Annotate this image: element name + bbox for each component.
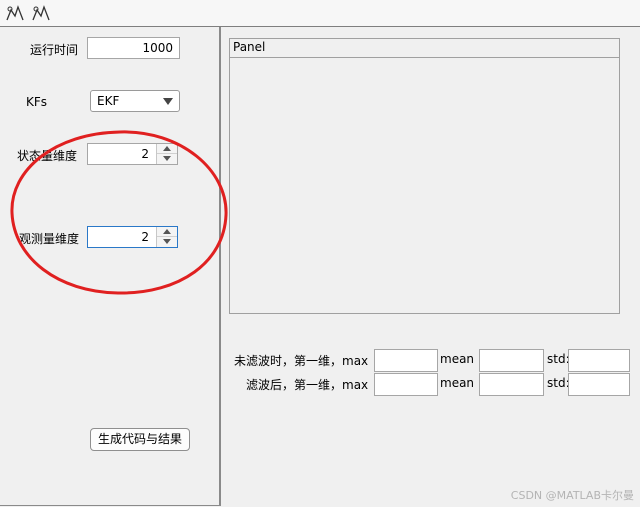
results-area: Panel 未滤波时，第一维，max mean std: 滤波后，第一维，max… <box>221 27 640 505</box>
generate-button[interactable]: 生成代码与结果 <box>90 428 190 451</box>
watermark: CSDN @MATLAB卡尔曼 <box>510 489 634 502</box>
spin-up-button[interactable] <box>157 227 177 237</box>
panel-divider <box>230 57 619 58</box>
spinner-buttons <box>156 227 177 247</box>
spin-down-button[interactable] <box>157 237 177 247</box>
arrow-down-icon <box>163 156 171 161</box>
state-dim-spinner[interactable]: 2 <box>87 143 178 165</box>
filtered-label: 滤波后，第一维，max <box>246 378 369 392</box>
unfiltered-label: 未滤波时，第一维，max <box>234 354 369 368</box>
spin-up-button[interactable] <box>157 144 177 154</box>
state-dim-label: 状态量维度 <box>17 149 78 163</box>
plot-panel: Panel <box>229 38 620 314</box>
obs-dim-value: 2 <box>141 230 149 244</box>
kfs-selected: EKF <box>97 94 120 108</box>
arrow-up-icon <box>163 146 171 151</box>
runtime-input[interactable]: 1000 <box>87 37 180 59</box>
kfs-label: KFs <box>26 95 48 109</box>
filtered-max-field[interactable] <box>374 373 438 396</box>
plot-tool-icon[interactable] <box>32 4 50 22</box>
chevron-down-icon <box>163 98 173 105</box>
panel-title: Panel <box>233 40 266 54</box>
filtered-mean-field[interactable] <box>479 373 544 396</box>
obs-dim-spinner[interactable]: 2 <box>87 226 178 248</box>
spin-down-button[interactable] <box>157 154 177 164</box>
toolbar <box>0 0 640 27</box>
unfiltered-max-field[interactable] <box>374 349 438 372</box>
unfiltered-mean-field[interactable] <box>479 349 544 372</box>
obs-dim-label: 观测量维度 <box>19 232 80 246</box>
filtered-std-field[interactable] <box>568 373 630 396</box>
arrow-down-icon <box>163 239 171 244</box>
control-panel: 运行时间 1000 KFs EKF 状态量维度 2 观测量维度 2 生成代码与结… <box>0 27 221 506</box>
unfiltered-std-label: std: <box>547 352 570 366</box>
filtered-mean-label: mean <box>440 376 475 390</box>
plot-tool-icon[interactable] <box>6 4 24 22</box>
filtered-std-label: std: <box>547 376 570 390</box>
arrow-up-icon <box>163 229 171 234</box>
unfiltered-mean-label: mean <box>440 352 475 366</box>
unfiltered-std-field[interactable] <box>568 349 630 372</box>
runtime-label: 运行时间 <box>30 43 79 57</box>
state-dim-value: 2 <box>141 147 149 161</box>
kfs-dropdown[interactable]: EKF <box>90 90 180 112</box>
spinner-buttons <box>156 144 177 164</box>
